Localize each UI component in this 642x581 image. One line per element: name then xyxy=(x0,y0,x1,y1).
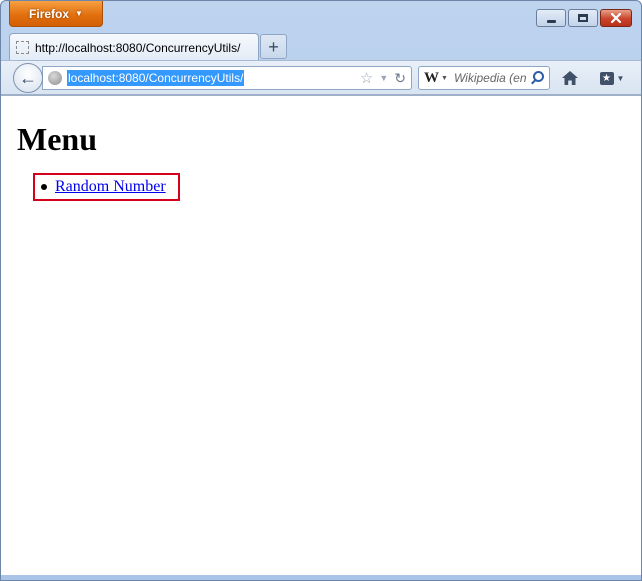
search-bar[interactable]: W ▼ xyxy=(418,66,550,90)
random-number-link[interactable]: Random Number xyxy=(55,178,166,196)
search-input[interactable] xyxy=(453,71,526,85)
tab-title: http://localhost:8080/ConcurrencyUtils/ xyxy=(35,40,241,55)
tab-concurrencyutils[interactable]: http://localhost:8080/ConcurrencyUtils/ xyxy=(9,33,259,61)
globe-icon xyxy=(48,71,62,85)
firefox-menu-button[interactable]: Firefox ▼ xyxy=(9,1,103,27)
firefox-menu-label: Firefox xyxy=(29,6,70,21)
chevron-down-icon[interactable]: ▼ xyxy=(379,73,388,83)
close-window-button[interactable] xyxy=(600,9,632,27)
chevron-down-icon: ▼ xyxy=(616,73,625,83)
bullet-icon xyxy=(41,184,47,190)
page-title: Menu xyxy=(17,121,97,157)
minimize-button[interactable] xyxy=(536,9,566,27)
bookmarks-icon: ★ xyxy=(599,71,614,85)
browser-window: Firefox ▼ http://localhost:8080/Concurre… xyxy=(0,0,642,581)
bookmark-star-icon[interactable]: ☆ xyxy=(360,69,373,87)
arrow-left-icon: ← xyxy=(19,67,37,88)
minimize-icon xyxy=(546,19,556,23)
bookmarks-menu-button[interactable]: ★ ▼ xyxy=(593,66,631,90)
list-item: Random Number xyxy=(41,178,166,196)
home-button[interactable] xyxy=(557,66,583,90)
menu-list: Random Number xyxy=(41,178,166,196)
chevron-down-icon[interactable]: ▼ xyxy=(441,75,448,82)
url-bar-actions: ☆ ▼ ↻ xyxy=(360,69,411,88)
home-icon xyxy=(562,71,578,85)
title-bar: Firefox ▼ xyxy=(1,1,641,31)
wikipedia-icon[interactable]: W xyxy=(424,70,439,87)
navigation-toolbar: localhost:8080/ConcurrencyUtils/ ☆ ▼ ↻ ←… xyxy=(1,60,641,95)
reload-icon[interactable]: ↻ xyxy=(394,70,406,87)
maximize-icon xyxy=(578,14,588,22)
chevron-down-icon: ▼ xyxy=(75,9,83,18)
back-button[interactable]: ← xyxy=(13,63,43,93)
url-bar[interactable]: localhost:8080/ConcurrencyUtils/ ☆ ▼ ↻ xyxy=(42,66,412,90)
close-icon xyxy=(611,13,621,23)
window-controls xyxy=(536,9,632,27)
maximize-button[interactable] xyxy=(568,9,598,27)
tab-bar: http://localhost:8080/ConcurrencyUtils/ … xyxy=(1,31,641,61)
page-content: Menu Random Number xyxy=(1,95,641,575)
search-icon[interactable] xyxy=(533,71,544,82)
new-tab-button[interactable]: + xyxy=(260,34,287,59)
page-placeholder-icon xyxy=(16,41,29,54)
url-input-text[interactable]: localhost:8080/ConcurrencyUtils/ xyxy=(67,70,245,86)
